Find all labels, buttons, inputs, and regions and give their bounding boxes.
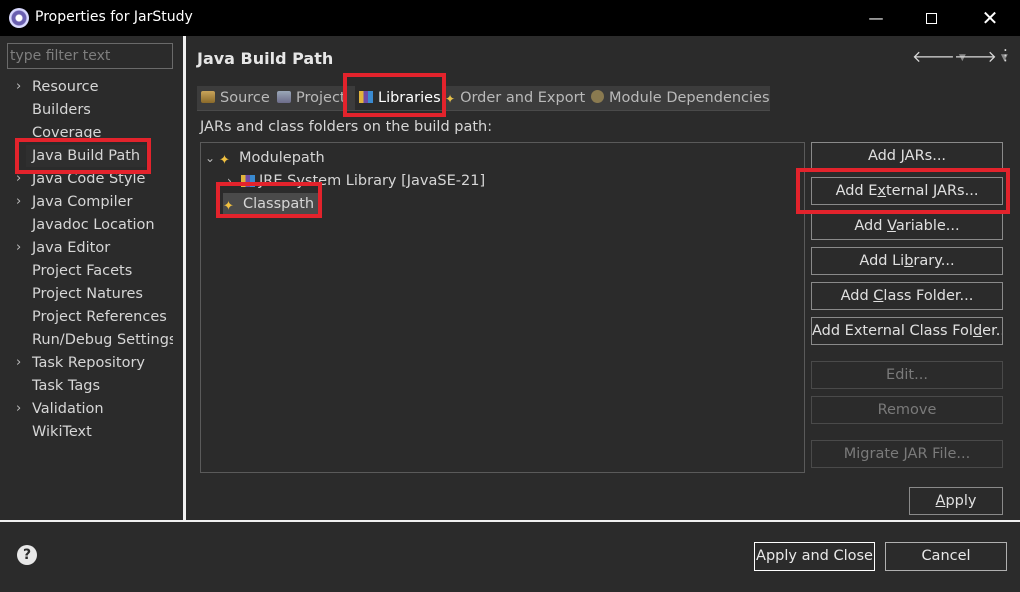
nav-item-label: Resource <box>32 79 99 95</box>
jre-library-icon <box>241 175 255 187</box>
classpath-icon: ✦ <box>223 199 234 214</box>
nav-item-project-references[interactable]: Project References <box>32 306 167 328</box>
nav-item-run-debug-settings[interactable]: Run/Debug Settings <box>32 329 176 351</box>
nav-item-label: Java Editor <box>32 240 111 256</box>
forward-arrow-icon: 🡒 <box>954 47 997 66</box>
nav-item-label: Builders <box>32 102 91 118</box>
nav-item-wikitext[interactable]: WikiText <box>32 421 92 443</box>
tab-source-label: Source <box>220 90 270 106</box>
nav-item-label: Project References <box>32 309 167 325</box>
title-bar: Properties for JarStudy — ✕ <box>0 0 1020 36</box>
nav-item-label: Coverage <box>32 125 102 141</box>
nav-item-coverage[interactable]: Coverage <box>32 122 101 144</box>
order-export-icon: ✦ <box>445 92 456 106</box>
filter-input[interactable] <box>7 43 173 69</box>
nav-item-java-build-path[interactable]: Java Build Path <box>26 145 147 167</box>
maximize-button[interactable] <box>903 0 959 36</box>
properties-nav-panel: › Resource Builders Coverage Java Build Path… <box>0 36 183 520</box>
back-arrow-icon: 🡐 <box>912 47 955 66</box>
nav-item-java-code-style[interactable]: › Java Code Style <box>16 168 146 190</box>
expanded-chevron-icon[interactable]: ⌄ <box>205 147 219 169</box>
tab-order-and-export-label: Order and Export <box>460 90 586 106</box>
nav-item-label: Javadoc Location <box>32 217 155 233</box>
jre-library-label: JRE System Library [JavaSE-21] <box>259 173 486 189</box>
tree-node-modulepath[interactable]: ⌄ ✦ Modulepath <box>205 147 325 169</box>
modulepath-icon: ✦ <box>219 153 230 168</box>
nav-item-label: Project Facets <box>32 263 133 279</box>
expand-chevron-icon[interactable]: › <box>16 398 21 420</box>
tab-underline <box>197 110 770 111</box>
expand-chevron-icon[interactable]: › <box>16 237 21 259</box>
build-path-tree[interactable]: ⌄ ✦ Modulepath › JRE System Library [JavaSE… <box>200 142 805 473</box>
nav-item-label: Java Compiler <box>32 194 133 210</box>
nav-item-label: Java Code Style <box>32 171 146 187</box>
nav-item-java-compiler[interactable]: › Java Compiler <box>16 191 133 213</box>
nav-item-resource[interactable]: › Resource <box>16 76 99 98</box>
eclipse-app-icon <box>9 8 29 28</box>
classpath-label: Classpath <box>243 196 315 212</box>
nav-item-task-repository[interactable]: › Task Repository <box>16 352 146 374</box>
maximize-icon <box>925 13 937 24</box>
tab-project[interactable]: Project <box>277 86 346 110</box>
source-folder-icon <box>201 91 215 103</box>
project-icon <box>277 91 291 103</box>
minimize-button[interactable]: — <box>848 0 904 36</box>
expand-chevron-icon[interactable]: › <box>16 191 21 213</box>
nav-item-validation[interactable]: › Validation <box>16 398 104 420</box>
nav-scrollbar[interactable] <box>173 36 183 520</box>
tree-node-classpath[interactable]: ✦ Classpath <box>223 193 319 215</box>
window-title: Properties for JarStudy <box>35 9 193 25</box>
tab-libraries[interactable]: Libraries <box>355 84 445 112</box>
nav-item-label: Task Tags <box>32 378 101 394</box>
collapsed-chevron-icon[interactable]: › <box>227 170 241 192</box>
expand-chevron-icon[interactable]: › <box>16 352 21 374</box>
tab-module-dependencies[interactable]: Module Dependencies <box>591 86 770 110</box>
close-button[interactable]: ✕ <box>962 0 1018 36</box>
page-title: Java Build Path <box>197 49 334 68</box>
nav-item-project-natures[interactable]: Project Natures <box>32 283 143 305</box>
apply-and-close-button[interactable]: Apply and Close <box>753 541 876 572</box>
add-jars-button[interactable]: Add JARs... <box>811 142 1003 170</box>
add-library-button[interactable]: Add Library... <box>811 247 1003 275</box>
remove-button[interactable]: Remove <box>811 396 1003 424</box>
add-external-jars-button[interactable]: Add External JARs... <box>811 177 1003 205</box>
nav-item-task-tags[interactable]: Task Tags <box>32 375 100 397</box>
nav-item-label: Java Build Path <box>32 148 141 164</box>
footer-divider <box>0 520 1020 522</box>
nav-item-builders[interactable]: Builders <box>32 99 91 121</box>
java-build-path-page: Java Build Path 🡐 ▼ 🡒 ▼ ⋮ Source Project L… <box>186 36 1020 520</box>
nav-item-label: Task Repository <box>32 355 146 371</box>
tab-bar: Source Project Libraries ✦ Order and Expo… <box>197 84 770 112</box>
nav-item-label: Run/Debug Settings <box>32 332 177 348</box>
add-variable-button[interactable]: Add Variable... <box>811 212 1003 240</box>
apply-button[interactable]: Apply <box>909 487 1003 515</box>
tab-source[interactable]: Source <box>201 86 270 110</box>
tab-libraries-label: Libraries <box>378 90 441 106</box>
module-icon <box>591 90 604 103</box>
add-class-folder-button[interactable]: Add Class Folder... <box>811 282 1003 310</box>
edit-button[interactable]: Edit... <box>811 361 1003 389</box>
migrate-jar-file-button[interactable]: Migrate JAR File... <box>811 440 1003 468</box>
tab-project-label: Project <box>296 90 346 106</box>
tab-module-dependencies-label: Module Dependencies <box>609 90 770 106</box>
expand-chevron-icon[interactable]: › <box>16 168 21 190</box>
tab-order-and-export[interactable]: ✦ Order and Export <box>445 86 585 110</box>
nav-item-label: Project Natures <box>32 286 143 302</box>
nav-item-label: Validation <box>32 401 104 417</box>
nav-item-label: WikiText <box>32 424 92 440</box>
libraries-icon <box>359 91 373 103</box>
tree-node-jre-system-library[interactable]: › JRE System Library [JavaSE-21] <box>227 170 485 192</box>
modulepath-label: Modulepath <box>239 150 325 166</box>
nav-item-javadoc-location[interactable]: Javadoc Location <box>32 214 155 236</box>
nav-item-project-facets[interactable]: Project Facets <box>32 260 132 282</box>
expand-chevron-icon[interactable]: › <box>16 76 21 98</box>
nav-item-java-editor[interactable]: › Java Editor <box>16 237 111 259</box>
cancel-button[interactable]: Cancel <box>885 542 1007 571</box>
build-path-description: JARs and class folders on the build path… <box>200 119 493 135</box>
help-icon[interactable]: ? <box>17 545 37 565</box>
add-external-class-folder-button[interactable]: Add External Class Folder... <box>811 317 1003 345</box>
view-menu-icon[interactable]: ⋮ <box>998 46 1013 64</box>
